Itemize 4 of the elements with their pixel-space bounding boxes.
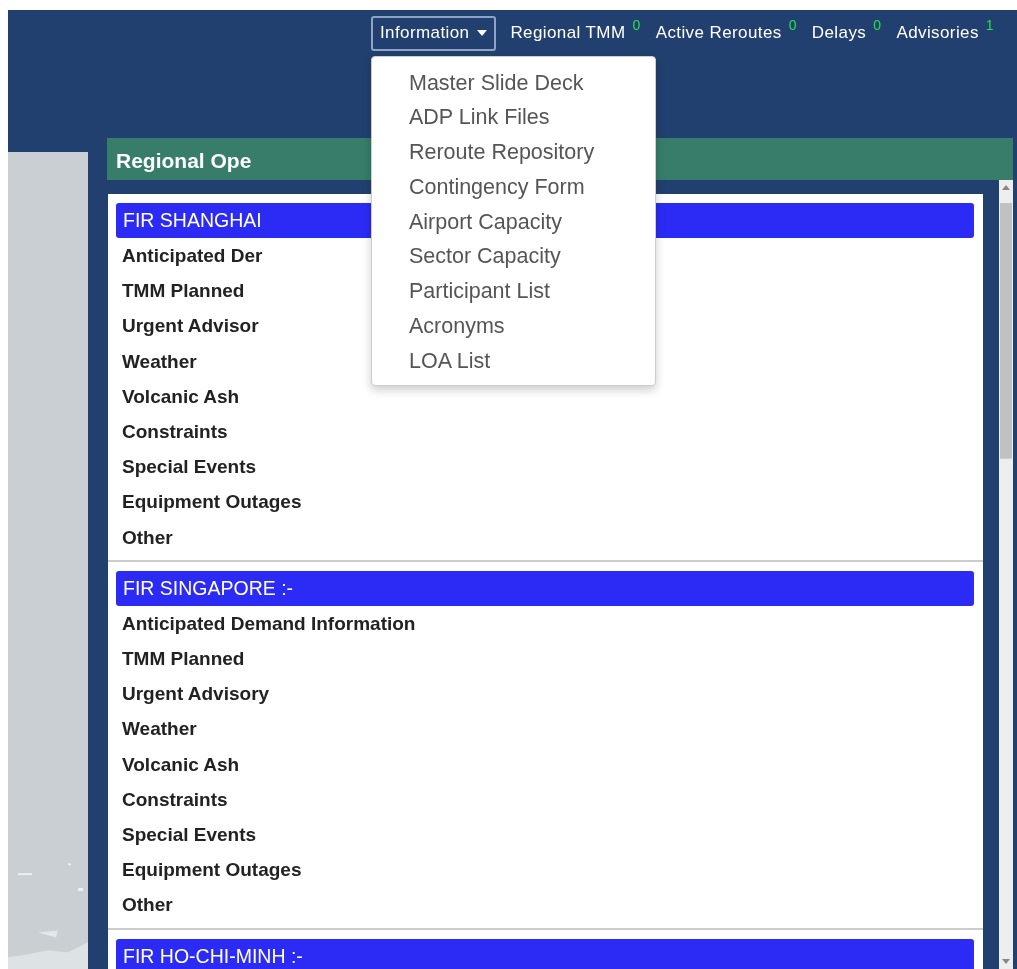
count: 0 [632, 17, 641, 34]
count: 1 [985, 17, 994, 34]
count: 0 [788, 17, 797, 34]
count: 0 [873, 17, 882, 34]
